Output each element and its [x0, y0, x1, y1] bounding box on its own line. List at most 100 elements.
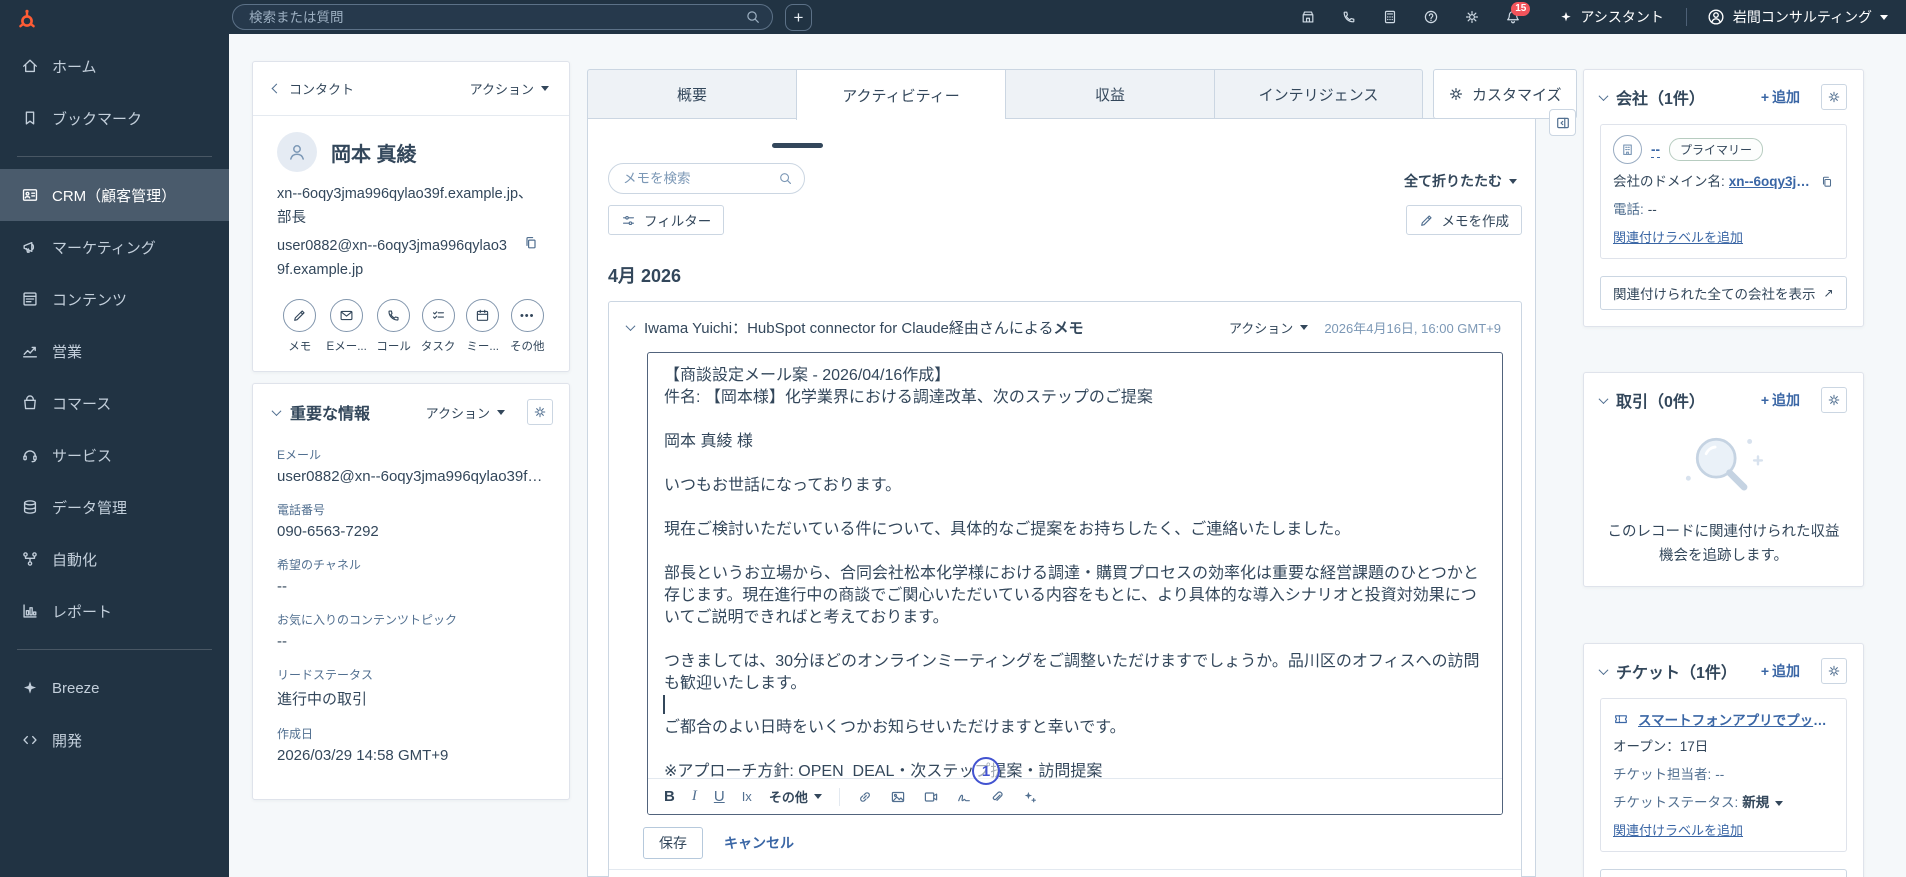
sidebar-item-reports[interactable]: レポート [0, 585, 229, 637]
sidebar-item-dev[interactable]: 開発 [0, 714, 229, 766]
calling-icon[interactable] [1328, 9, 1369, 25]
quick-add-button[interactable]: + [785, 3, 812, 31]
toolbar-more-dropdown[interactable]: その他 [769, 787, 822, 806]
save-button[interactable]: 保存 [643, 827, 703, 859]
collapse-chevron-icon[interactable] [1598, 393, 1609, 404]
ticket-open-days: オープン：17日 [1613, 739, 1709, 754]
ticket-name-link[interactable]: スマートフォンアプリでプッシュ... [1638, 709, 1834, 729]
tab-intelligence[interactable]: インテリジェンス [1214, 69, 1423, 119]
collapse-chevron-icon[interactable] [1598, 90, 1609, 101]
chevron-down-icon [1509, 178, 1517, 184]
collapse-chevron-icon[interactable] [271, 405, 282, 416]
tab-overview[interactable]: 概要 [587, 69, 796, 119]
note-body[interactable]: 【商談設定メール案 - 2026/04/16作成】 件名: 【岡本様】化学業界に… [648, 353, 1502, 780]
task-action-button[interactable]: タスク [420, 299, 456, 354]
collapse-note-chevron-icon[interactable] [625, 321, 636, 332]
note-card: Iwama Yuichi：HubSpot connector for Claud… [608, 301, 1522, 877]
tab-revenue[interactable]: 収益 [1005, 69, 1214, 119]
sidebar-item-data[interactable]: データ管理 [0, 481, 229, 533]
global-search-input[interactable] [232, 4, 773, 30]
copy-icon[interactable] [523, 235, 539, 251]
insert-image-icon[interactable] [890, 789, 906, 805]
insert-video-icon[interactable] [923, 789, 939, 805]
companies-title: 会社（1件） [1616, 91, 1705, 108]
meeting-action-button[interactable]: ミー... [465, 299, 501, 354]
add-deal-link[interactable]: + 追加 [1761, 390, 1800, 410]
sidebar-item-crm[interactable]: CRM（顧客管理） [0, 169, 229, 221]
collapse-right-panel-button[interactable] [1549, 109, 1576, 136]
companies-settings-button[interactable] [1821, 84, 1847, 110]
sidebar-item-commerce[interactable]: コマース [0, 377, 229, 429]
sidebar-item-label: 開発 [52, 732, 83, 750]
attach-file-icon[interactable] [989, 789, 1005, 805]
settings-gear-icon[interactable] [1451, 9, 1492, 25]
call-action-button[interactable]: コール [376, 299, 412, 354]
bold-button[interactable]: B [664, 788, 675, 805]
chevron-down-icon [1300, 325, 1309, 330]
contact-actions-dropdown[interactable]: アクション [470, 79, 549, 98]
sidebar-item-content[interactable]: コンテンツ [0, 273, 229, 325]
email-action-button[interactable]: Eメー... [327, 299, 367, 354]
sidebar-item-sales[interactable]: 営業 [0, 325, 229, 377]
activity-panel: フィルター 全て折りたたむ メモを作成 4月 2026 Iwama Yuichi… [587, 118, 1536, 877]
create-note-button[interactable]: メモを作成 [1405, 205, 1522, 235]
marketplace-icon[interactable] [1287, 9, 1328, 25]
bookmark-icon [21, 109, 39, 127]
add-association-label-link[interactable]: 関連付けラベルを追加 [1613, 821, 1743, 841]
note-search-input[interactable] [608, 163, 805, 194]
back-to-contacts-link[interactable]: コンタクト [271, 79, 354, 98]
about-card: 重要な情報 アクション Eメール user0882@xn--6oqy3jma996… [252, 383, 570, 800]
tools-icon[interactable] [1369, 9, 1410, 25]
ai-assist-icon[interactable] [1022, 789, 1038, 805]
company-name-link[interactable]: -- [1651, 142, 1660, 158]
about-actions-dropdown[interactable]: アクション [426, 403, 505, 422]
sidebar-item-label: CRM（顧客管理） [52, 187, 177, 205]
underline-button[interactable]: U [714, 788, 725, 805]
tab-activities[interactable]: アクティビティー [796, 69, 1005, 120]
sidebar-item-bookmarks[interactable]: ブックマーク [0, 92, 229, 144]
collapse-all-dropdown[interactable]: 全て折りたたむ [1404, 171, 1517, 191]
note-action-button[interactable]: メモ [282, 299, 318, 354]
view-all-companies-button[interactable]: 関連付けられた全ての会社を表示 ↗ [1600, 276, 1847, 310]
search-icon[interactable] [745, 9, 761, 25]
help-icon[interactable] [1410, 9, 1451, 25]
sidebar-item-breeze[interactable]: Breeze [0, 662, 229, 714]
field-topic: お気に入りのコンテンツトピック -- [277, 613, 458, 650]
add-company-link[interactable]: + 追加 [1761, 87, 1800, 107]
add-ticket-link[interactable]: + 追加 [1761, 661, 1800, 681]
insert-snippet-icon[interactable] [956, 789, 972, 805]
filter-button[interactable]: フィルター [608, 205, 725, 235]
about-settings-button[interactable] [527, 399, 553, 425]
view-all-tickets-button[interactable]: 関連付けられた全てのチケットを表示↗ [1600, 869, 1847, 877]
sidebar-item-marketing[interactable]: マーケティング [0, 221, 229, 273]
notifications-bell-icon[interactable]: 15 [1492, 2, 1533, 25]
global-search [232, 4, 773, 30]
chevron-down-icon [813, 794, 822, 799]
click-annotation-1: 1 [972, 757, 1000, 785]
note-actions-dropdown[interactable]: アクション [1229, 318, 1309, 337]
text-cursor [663, 695, 665, 714]
assistant-button[interactable]: アシスタント [1559, 7, 1664, 27]
more-action-button[interactable]: ••• その他 [509, 299, 545, 354]
collapse-chevron-icon[interactable] [1598, 664, 1609, 675]
italic-button[interactable]: I [692, 788, 697, 805]
ticket-status-dropdown[interactable]: 新規 [1742, 793, 1784, 813]
tickets-settings-button[interactable] [1821, 658, 1847, 684]
note-editor[interactable]: 【商談設定メール案 - 2026/04/16作成】 件名: 【岡本様】化学業界に… [647, 352, 1503, 815]
search-icon[interactable] [778, 171, 793, 186]
account-menu[interactable]: 岩間コンサルティング [1707, 7, 1894, 27]
clear-format-button[interactable]: Ix [742, 789, 752, 804]
sidebar-item-automation[interactable]: 自動化 [0, 533, 229, 585]
sidebar-item-home[interactable]: ホーム [0, 40, 229, 92]
contact-name: 岡本 真綾 [331, 143, 417, 166]
code-icon [21, 731, 39, 749]
field-email-value[interactable]: user0882@xn--6oqy3jma996qylao39f.e... [277, 468, 545, 485]
copy-icon[interactable] [1820, 175, 1834, 189]
add-association-label-link[interactable]: 関連付けラベルを追加 [1613, 228, 1743, 248]
cancel-link[interactable]: キャンセル [724, 833, 794, 853]
deals-settings-button[interactable] [1821, 387, 1847, 413]
sidebar-item-service[interactable]: サービス [0, 429, 229, 481]
hubspot-logo[interactable] [0, 0, 229, 40]
company-domain-link[interactable]: xn--6oqy3jma9... [1729, 172, 1820, 192]
insert-link-icon[interactable] [857, 789, 873, 805]
